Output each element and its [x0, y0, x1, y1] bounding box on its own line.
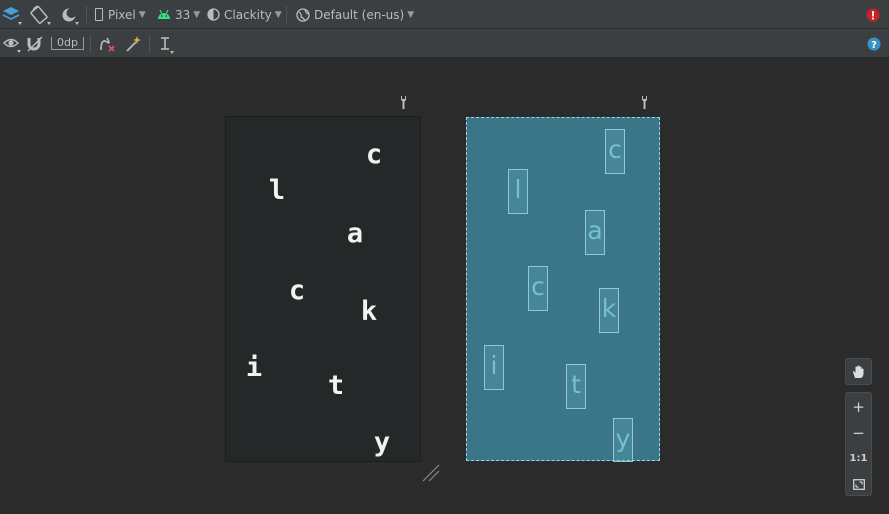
design-canvas[interactable] — [0, 59, 889, 514]
layout-editor-toolbar: Pixel ▼ 33 ▼ Clackity ▼ Default (en-us) … — [0, 0, 889, 29]
letter-c[interactable]: c — [354, 139, 394, 170]
blueprint-letter: c — [531, 272, 545, 301]
chevron-down-icon: ▼ — [138, 9, 146, 20]
letter-a[interactable]: a — [335, 218, 375, 249]
pan-button[interactable] — [845, 358, 872, 385]
toolbar-separator — [86, 6, 87, 23]
wrench-icon[interactable] — [640, 95, 652, 110]
error-indicator-icon[interactable] — [866, 0, 880, 29]
letter-c[interactable]: c — [277, 275, 317, 306]
device-selector[interactable]: Pixel ▼ — [95, 0, 146, 29]
toolbar-separator — [149, 35, 150, 52]
blueprint-letter: a — [587, 216, 603, 245]
letter-t[interactable]: t — [316, 370, 356, 401]
infer-constraints-wand-icon[interactable] — [124, 29, 142, 58]
help-icon[interactable]: ? — [867, 29, 881, 58]
hand-icon — [853, 365, 864, 378]
globe-icon — [296, 7, 310, 22]
blueprint-letter: l — [514, 175, 522, 204]
clear-constraints-icon[interactable] — [98, 29, 116, 58]
blueprint-textview-box[interactable]: k — [599, 288, 619, 333]
orientation-rotate-icon[interactable] — [30, 0, 52, 29]
blueprint-view-frame[interactable]: c l a c k i t y — [466, 117, 660, 462]
blueprint-letter: i — [490, 351, 498, 380]
zoom-out-button[interactable]: − — [846, 420, 871, 445]
chevron-down-icon: ▼ — [274, 9, 282, 20]
blueprint-textview-box[interactable]: c — [528, 266, 548, 311]
svg-text:?: ? — [871, 40, 877, 51]
zoom-in-button[interactable]: + — [846, 394, 871, 419]
device-label: Pixel — [108, 7, 136, 22]
phone-icon — [95, 8, 103, 21]
fit-screen-icon — [852, 479, 865, 490]
blueprint-textview-box[interactable]: a — [585, 210, 605, 255]
constraint-toolbar: 0dp ? — [0, 29, 889, 58]
toolbar-separator — [90, 35, 91, 52]
design-surface-layers-icon[interactable] — [2, 0, 22, 29]
zoom-to-fit-button[interactable] — [846, 472, 871, 497]
default-margin-field[interactable]: 0dp — [51, 29, 84, 58]
theme-icon — [207, 8, 220, 21]
blueprint-textview-box[interactable]: t — [566, 364, 586, 409]
default-margin-value: 0dp — [51, 37, 84, 50]
resize-handle-icon[interactable] — [421, 463, 441, 483]
blueprint-letter: c — [608, 135, 622, 164]
api-level-selector[interactable]: 33 ▼ — [157, 0, 200, 29]
locale-selector[interactable]: Default (en-us) ▼ — [296, 0, 414, 29]
locale-label: Default (en-us) — [314, 7, 405, 22]
android-icon — [158, 9, 170, 19]
guidelines-icon[interactable] — [158, 29, 176, 58]
blueprint-letter: t — [571, 370, 581, 399]
api-level-label: 33 — [175, 7, 191, 22]
theme-label: Clackity — [224, 7, 272, 22]
night-mode-icon[interactable] — [60, 0, 82, 29]
blueprint-textview-box[interactable]: i — [484, 345, 504, 390]
blueprint-textview-box[interactable]: l — [508, 169, 528, 214]
blueprint-textview-box[interactable]: c — [605, 129, 625, 174]
wrench-icon[interactable] — [399, 95, 411, 110]
letter-k[interactable]: k — [349, 296, 389, 327]
design-view-frame[interactable]: c l a c k i t y — [226, 117, 420, 461]
letter-i[interactable]: i — [234, 352, 274, 383]
chevron-down-icon: ▼ — [193, 9, 201, 20]
chevron-down-icon: ▼ — [407, 9, 415, 20]
zoom-controls: + − 1:1 — [845, 392, 872, 496]
theme-selector[interactable]: Clackity ▼ — [207, 0, 282, 29]
letter-y[interactable]: y — [362, 427, 402, 458]
blueprint-letter: y — [615, 424, 631, 453]
blueprint-letter: k — [601, 294, 617, 323]
toolbar-separator — [286, 6, 287, 23]
blueprint-textview-box[interactable]: y — [613, 418, 633, 462]
view-options-eye-icon[interactable] — [3, 29, 23, 58]
autoconnect-magnet-icon[interactable] — [26, 29, 44, 58]
zoom-actual-size-button[interactable]: 1:1 — [846, 446, 871, 471]
letter-l[interactable]: l — [257, 175, 297, 206]
